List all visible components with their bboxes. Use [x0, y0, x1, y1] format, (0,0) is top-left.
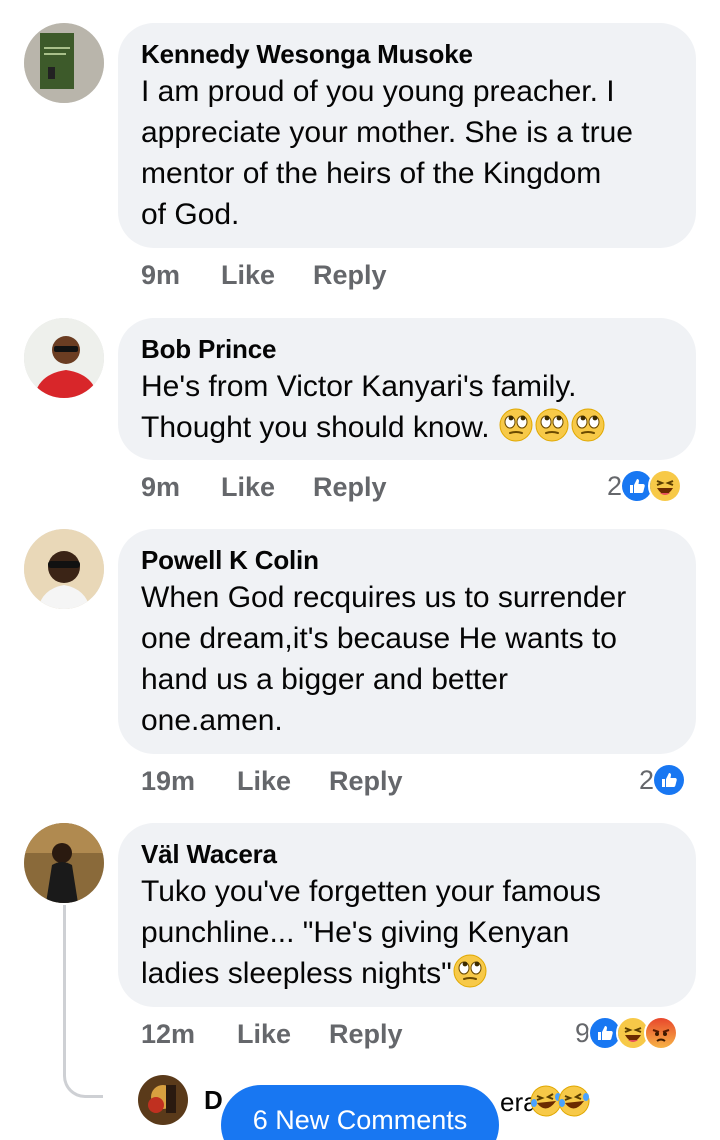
reaction-summary[interactable]: 9 [575, 1016, 679, 1050]
comment-line: I am proud of you young preacher. I [141, 75, 615, 108]
comment-text: He's from Victor Kanyari's family. Thoug… [141, 366, 672, 448]
like-button[interactable]: Like [237, 1019, 329, 1050]
comment-line: hand us a bigger and better [141, 663, 508, 696]
comment-bubble: Bob Prince He's from Victor Kanyari's fa… [118, 318, 696, 460]
comment-line: punchline... "He's giving Kenyan [141, 916, 570, 949]
avatar[interactable] [24, 318, 104, 398]
comment-line: of God. [141, 198, 240, 231]
comment-line-with-emoji: ladies sleepless nights" [141, 953, 672, 994]
comment-line: He's from Victor Kanyari's family. [141, 370, 577, 403]
eye-roll-emoji [570, 407, 606, 443]
like-button[interactable]: Like [221, 472, 313, 503]
comment-line: one.amen. [141, 704, 283, 737]
comment-bubble: Kennedy Wesonga Musoke I am proud of you… [118, 23, 696, 248]
comment-meta: 9m Like Reply [141, 472, 387, 503]
avatar[interactable] [24, 823, 104, 903]
reaction-summary[interactable]: 2 [639, 763, 687, 797]
avatar[interactable] [24, 23, 104, 103]
comment-time[interactable]: 9m [141, 260, 221, 291]
comment-meta: 19m Like Reply [141, 766, 403, 797]
comment-line: ladies sleepless nights" [141, 957, 452, 990]
comment-line: one dream,it's because He wants to [141, 622, 617, 655]
avatar[interactable] [138, 1075, 188, 1125]
comment-line: Tuko you've forgetten your famous [141, 875, 601, 908]
comment-line: When God recquires us to surrender [141, 581, 627, 614]
reply-button[interactable]: Reply [313, 472, 387, 503]
comment-time[interactable]: 19m [141, 766, 237, 797]
comment-line: appreciate your mother. She is a true [141, 116, 633, 149]
like-button[interactable]: Like [237, 766, 329, 797]
commenter-name[interactable]: Powell K Colin [141, 543, 672, 577]
commenter-name[interactable]: Kennedy Wesonga Musoke [141, 37, 672, 71]
comment-line: Thought you should know. [141, 411, 498, 444]
eye-roll-emoji [498, 407, 534, 443]
laugh-cry-emoji [556, 1083, 588, 1115]
haha-reaction-icon [648, 469, 683, 503]
commenter-name[interactable]: Bob Prince [141, 332, 672, 366]
angry-reaction-icon [644, 1016, 679, 1050]
reaction-summary[interactable]: 2 [607, 469, 683, 503]
like-button[interactable]: Like [221, 260, 313, 291]
comment-bubble: Powell K Colin When God recquires us to … [118, 529, 696, 754]
eye-roll-emoji [452, 953, 488, 989]
comment-text: I am proud of you young preacher. I appr… [141, 71, 672, 235]
avatar[interactable] [24, 529, 104, 609]
new-comments-button[interactable]: 6 New Comments [221, 1085, 499, 1140]
reply-author-name-start[interactable]: D [204, 1085, 223, 1116]
reply-button[interactable]: Reply [329, 1019, 403, 1050]
reply-button[interactable]: Reply [329, 766, 403, 797]
comment-line-with-emoji: Thought you should know. [141, 407, 672, 448]
comment-text: Tuko you've forgetten your famous punchl… [141, 871, 672, 994]
comment-meta: 9m Like Reply [141, 260, 387, 291]
like-reaction-icon [652, 763, 687, 797]
eye-roll-emoji [534, 407, 570, 443]
comment-time[interactable]: 9m [141, 472, 221, 503]
reply-button[interactable]: Reply [313, 260, 387, 291]
reply-thread-line [63, 905, 103, 1098]
comment-time[interactable]: 12m [141, 1019, 237, 1050]
commenter-name[interactable]: Väl Wacera [141, 837, 672, 871]
comment-text: When God recquires us to surrender one d… [141, 577, 672, 741]
comment-meta: 12m Like Reply [141, 1019, 403, 1050]
comment-bubble: Väl Wacera Tuko you've forgetten your fa… [118, 823, 696, 1007]
comment-line: mentor of the heirs of the Kingdom [141, 157, 602, 190]
